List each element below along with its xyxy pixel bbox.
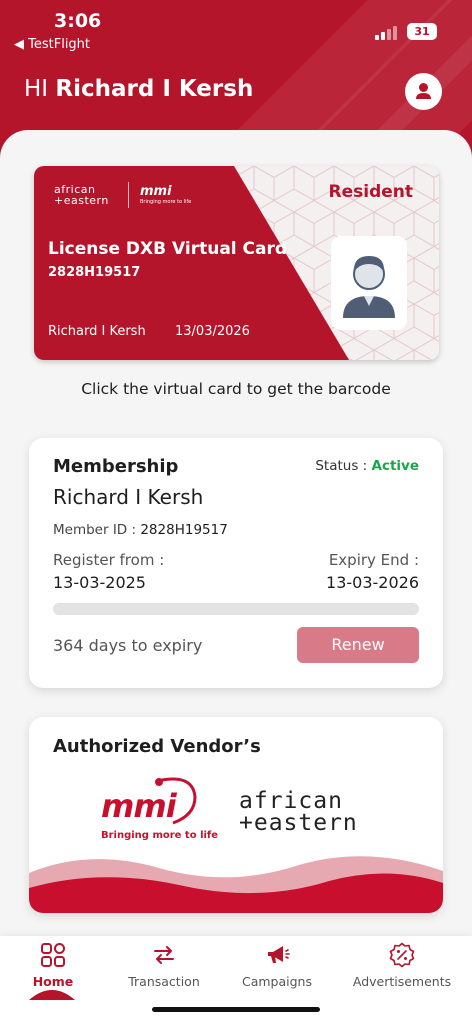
user-icon (416, 83, 431, 99)
card-title: License DXB Virtual Card (48, 239, 288, 259)
profile-button[interactable] (405, 73, 442, 110)
megaphone-icon (268, 946, 290, 963)
renew-button[interactable]: Renew (297, 627, 419, 663)
card-mmi-tagline: Bringing more to life (140, 199, 192, 205)
nav-campaigns[interactable]: Campaigns (218, 942, 336, 989)
signal-icon (375, 24, 401, 40)
nav-home[interactable]: Home (0, 942, 112, 989)
member-id-value: 2828H19517 (140, 522, 228, 538)
register-date: 13-03-2025 (53, 573, 146, 592)
vendors-title: Authorized Vendor’s (53, 736, 261, 757)
grid-icon (41, 943, 65, 967)
expiry-date: 13-03-2026 (326, 573, 419, 592)
person-placeholder-icon (343, 256, 395, 318)
status-value: Active (371, 458, 420, 474)
virtual-card[interactable]: african +eastern mmi Bringing more to li… (34, 166, 439, 360)
member-id-label: Member ID : (53, 522, 137, 538)
nav-transaction[interactable]: Transaction (105, 942, 223, 989)
ae-line2: +eastern (239, 810, 358, 836)
battery-icon: 31 (407, 23, 437, 40)
mmi-tagline: Bringing more to life (101, 830, 219, 841)
active-tab-indicator (29, 990, 75, 1000)
card-number: 2828H19517 (48, 265, 141, 280)
ae-line1: african (239, 788, 343, 814)
card-holder-name: Richard I Kersh (48, 324, 146, 339)
expiry-label: Expiry End : (328, 551, 419, 569)
card-photo (331, 236, 407, 330)
membership-card: Membership Status : Active Richard I Ker… (29, 438, 443, 688)
membership-title: Membership (53, 456, 179, 477)
member-name: Richard I Kersh (53, 485, 204, 509)
discount-badge-icon (389, 942, 415, 968)
brand-divider (128, 182, 129, 208)
user-name: Richard I Kersh (55, 76, 254, 102)
register-label: Register from : (53, 551, 165, 569)
mmi-logo[interactable]: mmi Bringing more to life (97, 775, 218, 845)
swap-arrows-icon (154, 946, 174, 964)
membership-status: Status : Active (315, 458, 419, 474)
nav-transaction-label: Transaction (128, 974, 200, 989)
card-brand-line2: +eastern (54, 194, 109, 207)
card-type-label: Resident (328, 182, 414, 202)
greeting-prefix: HI (24, 76, 49, 102)
card-african-eastern-logo: african +eastern (54, 184, 109, 206)
card-expiry: 13/03/2026 (175, 324, 250, 339)
nav-campaigns-label: Campaigns (241, 974, 312, 989)
membership-progress-bar (53, 603, 419, 615)
nav-advertisements[interactable]: Advertisements (343, 942, 461, 989)
nav-advertisements-label: Advertisements (352, 974, 452, 989)
home-indicator (152, 1007, 320, 1012)
member-id: Member ID : 2828H19517 (53, 522, 228, 538)
decorative-wave (29, 856, 443, 913)
barcode-hint: Click the virtual card to get the barcod… (81, 380, 391, 398)
african-eastern-logo[interactable]: african +eastern (239, 788, 358, 836)
authorized-vendors-card: Authorized Vendor’s mmi Bringing more to… (29, 717, 443, 913)
card-mmi-word: mmi (140, 184, 172, 199)
card-mmi-logo: mmi Bringing more to life (140, 184, 191, 205)
greeting: HI Richard I Kersh (24, 76, 253, 102)
status-label: Status : (315, 458, 368, 474)
status-time: 3:06 (54, 10, 102, 32)
back-to-testflight-link[interactable]: ◀ TestFlight (14, 37, 90, 52)
mmi-word: mmi (101, 787, 177, 825)
days-to-expiry: 364 days to expiry (53, 636, 203, 655)
